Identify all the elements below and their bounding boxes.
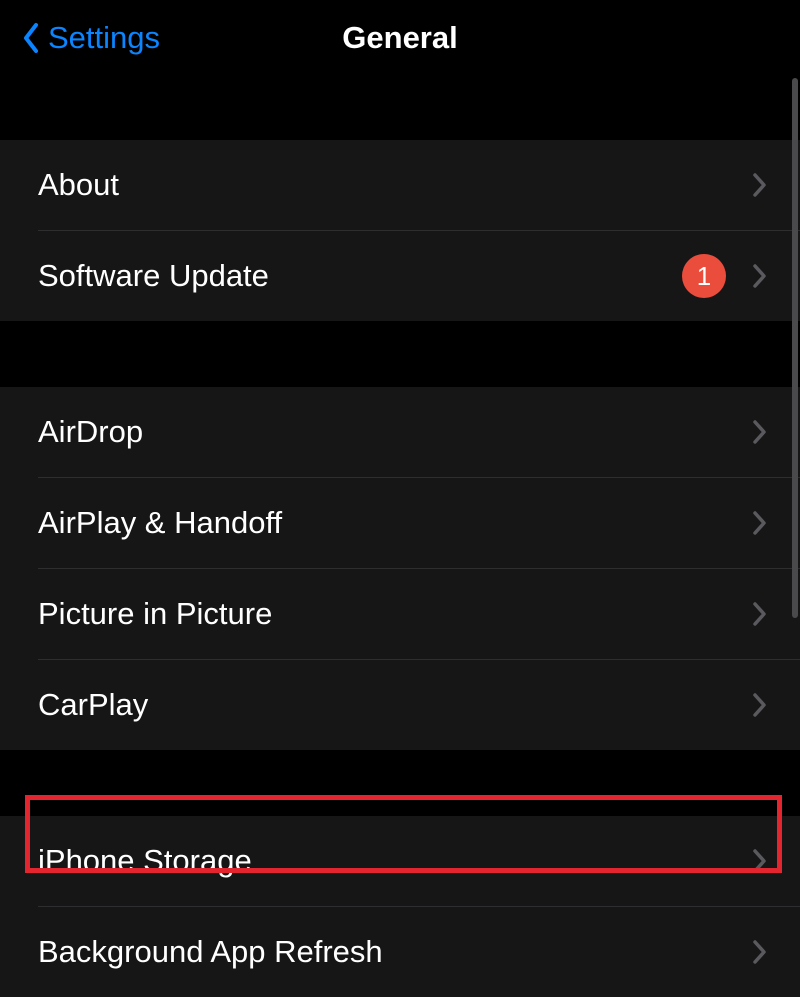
chevron-right-icon <box>750 509 770 537</box>
row-background-app-refresh[interactable]: Background App Refresh <box>0 907 800 997</box>
row-label: About <box>38 167 750 203</box>
chevron-right-icon <box>750 938 770 966</box>
chevron-left-icon <box>20 20 42 56</box>
back-label: Settings <box>48 20 160 56</box>
section-1: About Software Update 1 <box>0 140 800 321</box>
chevron-right-icon <box>750 171 770 199</box>
chevron-right-icon <box>750 600 770 628</box>
row-label: AirDrop <box>38 414 750 450</box>
section-2: AirDrop AirPlay & Handoff Picture in Pic… <box>0 387 800 750</box>
row-carplay[interactable]: CarPlay <box>0 660 800 750</box>
page-title: General <box>342 20 457 56</box>
chevron-right-icon <box>750 262 770 290</box>
row-label: AirPlay & Handoff <box>38 505 750 541</box>
row-label: Picture in Picture <box>38 596 750 632</box>
section-gap <box>0 321 800 387</box>
section-3: iPhone Storage Background App Refresh <box>0 816 800 997</box>
section-gap <box>0 750 800 816</box>
row-label: Software Update <box>38 258 682 294</box>
content: About Software Update 1 AirDrop AirPlay … <box>0 76 800 997</box>
navbar: Settings General <box>0 0 800 76</box>
row-airplay-handoff[interactable]: AirPlay & Handoff <box>0 478 800 568</box>
row-iphone-storage[interactable]: iPhone Storage <box>0 816 800 906</box>
row-label: Background App Refresh <box>38 934 750 970</box>
back-button[interactable]: Settings <box>0 20 160 56</box>
chevron-right-icon <box>750 847 770 875</box>
chevron-right-icon <box>750 418 770 446</box>
notification-badge: 1 <box>682 254 726 298</box>
row-software-update[interactable]: Software Update 1 <box>0 231 800 321</box>
row-about[interactable]: About <box>0 140 800 230</box>
row-picture-in-picture[interactable]: Picture in Picture <box>0 569 800 659</box>
scrollbar[interactable] <box>792 78 798 618</box>
chevron-right-icon <box>750 691 770 719</box>
section-gap <box>0 76 800 140</box>
row-label: CarPlay <box>38 687 750 723</box>
row-label: iPhone Storage <box>38 843 750 879</box>
row-airdrop[interactable]: AirDrop <box>0 387 800 477</box>
